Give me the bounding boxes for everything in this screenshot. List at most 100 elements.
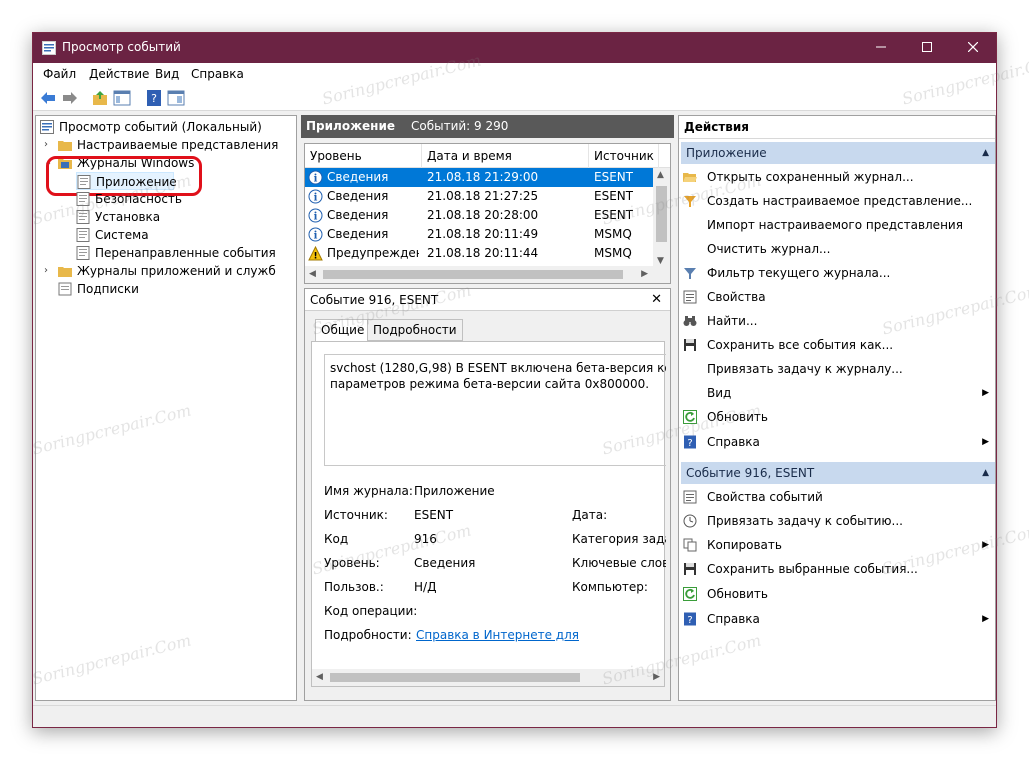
menu-action[interactable]: Действие	[89, 67, 149, 81]
event-message[interactable]: svchost (1280,G,98) В ESENT включена бет…	[324, 354, 666, 466]
actions-section-application[interactable]: Приложение ▲	[681, 142, 995, 164]
action-attach-task-to-event[interactable]: Привязать задачу к событию...	[683, 510, 993, 532]
cell-source: ESENT	[594, 170, 634, 184]
collapse-triangle-icon[interactable]: ▲	[982, 462, 989, 484]
detail-horizontal-scrollbar[interactable]: ◀ ▶	[312, 669, 664, 686]
copy-icon	[683, 538, 697, 552]
action-help-event[interactable]: ? Справка ▶	[683, 608, 993, 630]
action-clear-log[interactable]: Очистить журнал...	[683, 238, 993, 260]
action-label: Свойства событий	[707, 490, 823, 504]
back-arrow-icon[interactable]	[39, 89, 57, 107]
forward-arrow-icon[interactable]	[61, 89, 79, 107]
navigation-tree-pane: Просмотр событий (Локальный) › Настраива…	[35, 115, 297, 701]
user-value: Н/Д	[414, 580, 437, 594]
section-label: Приложение	[686, 146, 767, 160]
expand-arrow-icon[interactable]: ›	[44, 136, 54, 154]
table-horizontal-scrollbar[interactable]: ◀ ▶	[305, 266, 670, 283]
maximize-button[interactable]	[904, 33, 950, 63]
scroll-left-icon[interactable]: ◀	[316, 672, 323, 682]
action-help[interactable]: ? Справка ▶	[683, 431, 993, 453]
action-copy[interactable]: Копировать ▶	[683, 534, 993, 556]
cell-datetime: 21.08.18 20:28:00	[427, 208, 539, 222]
action-view[interactable]: Вид ▶	[683, 382, 993, 404]
tab-details[interactable]: Подробности	[367, 319, 463, 341]
action-find[interactable]: Найти...	[683, 310, 993, 332]
expand-arrow-icon[interactable]: ›	[44, 262, 54, 280]
cell-source: ESENT	[594, 189, 634, 203]
action-label: Копировать	[707, 538, 782, 552]
action-refresh-event[interactable]: Обновить	[683, 583, 993, 605]
svg-text:i: i	[314, 212, 318, 223]
show-hide-tree-icon[interactable]	[113, 89, 131, 107]
menu-file[interactable]: Файл	[43, 67, 76, 81]
svg-text:?: ?	[687, 438, 692, 449]
collapse-triangle-icon[interactable]: ▲	[982, 142, 989, 164]
folder-icon	[58, 141, 72, 151]
table-row[interactable]: i Сведения 21.08.18 20:11:49 MSMQ	[305, 225, 654, 244]
task-clock-icon	[683, 514, 697, 528]
action-import-custom-view[interactable]: Импорт настраиваемого представления	[683, 214, 993, 236]
action-label: Сохранить выбранные события...	[707, 562, 918, 576]
close-detail-icon[interactable]: ✕	[651, 289, 662, 311]
user-label: Пользов.:	[324, 580, 384, 594]
action-label: Обновить	[707, 410, 768, 424]
online-help-link[interactable]: Справка в Интернете для	[416, 628, 579, 642]
action-properties[interactable]: Свойства	[683, 286, 993, 308]
menu-help[interactable]: Справка	[191, 67, 244, 81]
toolbar: ?	[33, 85, 996, 111]
tab-general[interactable]: Общие	[315, 319, 371, 342]
warning-icon: !	[308, 246, 323, 261]
table-row[interactable]: i Сведения 21.08.18 20:28:00 ESENT	[305, 206, 654, 225]
cell-datetime: 21.08.18 21:27:25	[427, 189, 539, 203]
action-save-all-events[interactable]: Сохранить все события как...	[683, 334, 993, 356]
table-row[interactable]: i Сведения 21.08.18 21:27:25 ESENT	[305, 187, 654, 206]
column-header-level[interactable]: Уровень	[305, 144, 422, 168]
event-detail-title: Событие 916, ESENT	[310, 293, 439, 307]
column-header-datetime[interactable]: Дата и время	[422, 144, 589, 168]
source-value: ESENT	[414, 508, 454, 522]
cell-level: Сведения	[327, 170, 389, 184]
up-folder-icon[interactable]	[91, 89, 109, 107]
scroll-right-icon[interactable]: ▶	[653, 672, 660, 682]
action-refresh[interactable]: Обновить	[683, 406, 993, 428]
action-label: Справка	[707, 612, 760, 626]
action-label: Привязать задачу к событию...	[707, 514, 903, 528]
scrollbar-thumb[interactable]	[323, 270, 623, 279]
show-action-pane-icon[interactable]	[167, 89, 185, 107]
action-label: Создать настраиваемое представление...	[707, 194, 973, 208]
cell-datetime: 21.08.18 20:11:49	[427, 227, 539, 241]
scroll-right-icon[interactable]: ▶	[641, 269, 648, 279]
close-window-button[interactable]	[950, 33, 996, 63]
minimize-button[interactable]	[858, 33, 904, 63]
log-icon	[76, 192, 90, 206]
action-open-saved-log[interactable]: Открыть сохраненный журнал...	[683, 166, 993, 188]
action-label: Импорт настраиваемого представления	[707, 218, 963, 232]
actions-section-event[interactable]: Событие 916, ESENT ▲	[681, 462, 995, 484]
scrollbar-thumb[interactable]	[330, 673, 580, 682]
menu-view[interactable]: Вид	[155, 67, 179, 81]
properties-icon	[683, 490, 697, 504]
info-icon: i	[308, 208, 323, 223]
action-save-selected-events[interactable]: Сохранить выбранные события...	[683, 558, 993, 580]
action-event-properties[interactable]: Свойства событий	[683, 486, 993, 508]
table-row[interactable]: i Сведения 21.08.18 21:29:00 ESENT	[305, 168, 654, 187]
action-filter-log[interactable]: Фильтр текущего журнала...	[683, 262, 993, 284]
column-header-source[interactable]: Источник	[589, 144, 659, 168]
log-icon	[76, 228, 90, 242]
submenu-arrow-icon: ▶	[982, 437, 989, 447]
action-create-custom-view[interactable]: Создать настраиваемое представление...	[683, 190, 993, 212]
menu-bar: Файл Действие Вид Справка	[33, 63, 996, 85]
tree-item-label: Настраиваемые представления	[77, 138, 279, 152]
scroll-down-icon[interactable]: ▼	[657, 256, 664, 266]
scrollbar-thumb[interactable]	[656, 186, 667, 242]
tree-item-label: Просмотр событий (Локальный)	[59, 120, 262, 134]
table-vertical-scrollbar[interactable]: ▲ ▼	[653, 168, 670, 268]
help-icon[interactable]: ?	[145, 89, 163, 107]
table-row[interactable]: ! Предупрежден 21.08.18 20:11:44 MSMQ	[305, 244, 654, 263]
action-attach-task-to-log[interactable]: Привязать задачу к журналу...	[683, 358, 993, 380]
submenu-arrow-icon: ▶	[982, 614, 989, 624]
scroll-left-icon[interactable]: ◀	[309, 269, 316, 279]
svg-text:i: i	[314, 193, 318, 204]
scroll-up-icon[interactable]: ▲	[657, 170, 664, 180]
filter-icon	[684, 196, 696, 207]
